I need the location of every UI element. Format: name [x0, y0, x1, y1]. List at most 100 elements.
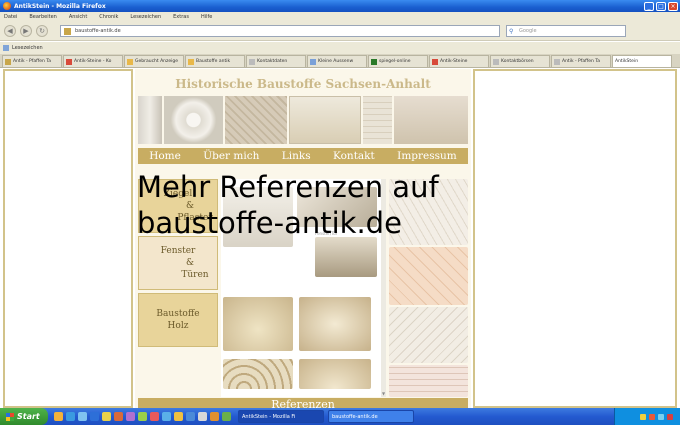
category-line: Fenster [160, 246, 196, 256]
quicklaunch-icon[interactable] [162, 412, 171, 421]
tab[interactable]: Antik - Pfaffen Ta [2, 55, 62, 67]
gallery-photo[interactable] [299, 359, 371, 389]
tray-icon[interactable] [667, 413, 673, 420]
side-photo [389, 247, 468, 305]
tab-favicon-icon [127, 58, 133, 65]
tab-label: AntikStein [615, 59, 639, 64]
category-line: Holz [167, 321, 189, 331]
gallery-photo[interactable] [315, 237, 377, 277]
tab[interactable]: Antik-Steine [429, 55, 489, 67]
tab-label: Gebraucht Anzeige [135, 59, 179, 64]
quicklaunch-icon[interactable] [174, 412, 183, 421]
category-windows[interactable]: Fenster & Türen [138, 236, 218, 290]
nav-home[interactable]: Home [149, 150, 181, 162]
tab[interactable]: Baustoffe antik [185, 55, 245, 67]
nav-imprint[interactable]: Impressum [397, 150, 457, 162]
tray-icon[interactable] [649, 413, 655, 420]
menu-bookmarks[interactable]: Lesezeichen [130, 14, 161, 20]
tab[interactable]: Antik - Pfaffen Ta [551, 55, 611, 67]
category-wood[interactable]: Baustoffe Holz [138, 293, 218, 347]
header-photo [163, 96, 224, 144]
quick-launch [54, 412, 234, 421]
gallery-photo[interactable] [299, 297, 371, 351]
menu-tools[interactable]: Extras [173, 14, 189, 20]
nav-about[interactable]: Über mich [203, 150, 259, 162]
firefox-icon [3, 2, 11, 10]
url-text: baustoffe-antik.de [75, 28, 121, 34]
scroll-down-icon[interactable]: ▼ [381, 391, 386, 397]
menu-edit[interactable]: Bearbeiten [29, 14, 56, 20]
back-icon[interactable]: ◀ [4, 25, 16, 37]
quicklaunch-icon[interactable] [90, 412, 99, 421]
site-favicon-icon [64, 28, 71, 35]
tab-label: Kleine Aussenw [318, 59, 354, 64]
side-photo [389, 307, 468, 363]
tab-active[interactable]: AntikStein [612, 55, 672, 67]
search-icon: ⚲ [509, 28, 514, 35]
system-tray [614, 408, 680, 425]
menu-help[interactable]: Hilfe [201, 14, 212, 20]
tab-label: Antik-Steine [440, 59, 468, 64]
bookmarks-bar: Lesezeichen [0, 42, 680, 54]
window-title: AntikStein - Mozilla Firefox [14, 2, 106, 10]
tab-favicon-icon [371, 58, 377, 65]
quicklaunch-icon[interactable] [78, 412, 87, 421]
taskbar: Start AntikStein - Mozilla Fi baustoffe-… [0, 408, 680, 425]
gallery-photo[interactable] [223, 297, 293, 351]
start-label: Start [17, 412, 40, 421]
tab-strip: Antik - Pfaffen Ta Antik-Steine - Ko Geb… [0, 54, 680, 68]
forward-icon[interactable]: ▶ [20, 25, 32, 37]
site-header: Historische Baustoffe Sachsen-Anhalt [175, 77, 431, 91]
close-icon[interactable]: × [668, 1, 678, 11]
quicklaunch-icon[interactable] [222, 412, 231, 421]
quicklaunch-icon[interactable] [186, 412, 195, 421]
tab[interactable]: Antik-Steine - Ko [63, 55, 123, 67]
bookmarks-label[interactable]: Lesezeichen [12, 45, 43, 51]
tray-icon[interactable] [658, 413, 664, 420]
quicklaunch-icon[interactable] [54, 412, 63, 421]
window-titlebar[interactable]: AntikStein - Mozilla Firefox _ □ × [0, 0, 680, 12]
taskbar-item[interactable]: baustoffe-antik.de [328, 410, 414, 423]
maximize-icon[interactable]: □ [656, 1, 666, 11]
quicklaunch-icon[interactable] [126, 412, 135, 421]
quicklaunch-icon[interactable] [66, 412, 75, 421]
quicklaunch-icon[interactable] [102, 412, 111, 421]
menu-history[interactable]: Chronik [99, 14, 118, 20]
search-input[interactable]: ⚲ Google [506, 25, 626, 37]
menu-bar: Datei Bearbeiten Ansicht Chronik Lesezei… [0, 12, 680, 22]
url-input[interactable]: baustoffe-antik.de [60, 25, 500, 37]
header-photo [225, 96, 288, 144]
tab[interactable]: Kontaktbörsen [490, 55, 550, 67]
reload-icon[interactable]: ↻ [36, 25, 48, 37]
tab-favicon-icon [432, 58, 438, 65]
tab[interactable]: Gebraucht Anzeige [124, 55, 184, 67]
quicklaunch-icon[interactable] [198, 412, 207, 421]
gallery-photo[interactable] [223, 359, 293, 389]
tab[interactable]: spiegel-online [368, 55, 428, 67]
overlay-line: Mehr Referenzen auf [137, 170, 439, 204]
tab[interactable]: Kleine Aussenw [307, 55, 367, 67]
tray-icon[interactable] [640, 413, 646, 420]
minimize-icon[interactable]: _ [644, 1, 654, 11]
quicklaunch-icon[interactable] [114, 412, 123, 421]
right-frame [473, 69, 677, 408]
search-placeholder: Google [519, 28, 537, 34]
start-button[interactable]: Start [0, 408, 48, 425]
nav-contact[interactable]: Kontakt [333, 150, 375, 162]
tab-favicon-icon [554, 58, 560, 65]
taskbar-item[interactable]: AntikStein - Mozilla Fi [238, 410, 324, 423]
category-line: & [185, 258, 194, 268]
overlay-line: baustoffe-antik.de [137, 206, 402, 240]
left-frame [3, 69, 133, 408]
tab[interactable]: Kontaktdaten [246, 55, 306, 67]
quicklaunch-icon[interactable] [150, 412, 159, 421]
menu-view[interactable]: Ansicht [69, 14, 87, 20]
tab-favicon-icon [249, 58, 255, 65]
quicklaunch-icon[interactable] [210, 412, 219, 421]
menu-file[interactable]: Datei [4, 14, 17, 20]
nav-links[interactable]: Links [282, 150, 311, 162]
quicklaunch-icon[interactable] [138, 412, 147, 421]
header-photo [138, 96, 162, 144]
tab-favicon-icon [66, 58, 72, 65]
tab-favicon-icon [188, 58, 194, 65]
